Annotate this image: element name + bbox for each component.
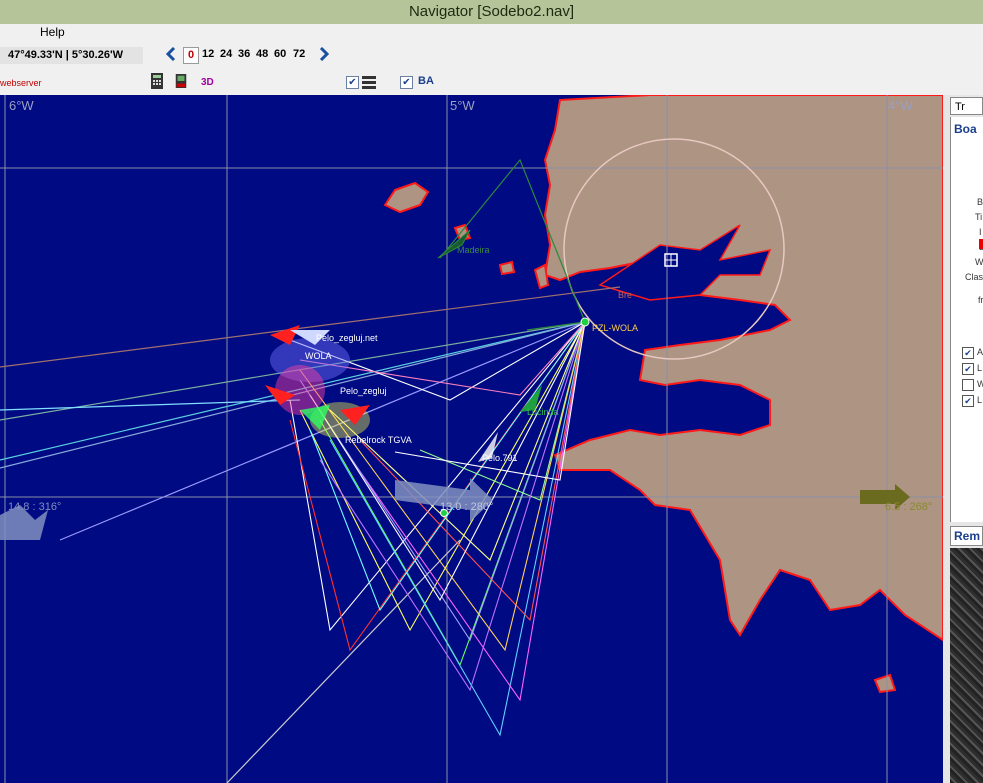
- boat-label-lucinda[interactable]: Lucinda: [527, 407, 559, 417]
- chevron-right-icon[interactable]: [318, 47, 330, 61]
- 3d-toggle[interactable]: 3D: [201, 77, 214, 88]
- panel-checkbox-2[interactable]: ✔: [962, 363, 974, 375]
- boat-label-pelo791[interactable]: Pelo.791: [482, 453, 518, 463]
- field-label-class: Clas: [965, 272, 983, 282]
- window-title: Navigator [Sodebo2.nav]: [0, 0, 983, 24]
- tab-rem-label: Rem: [954, 529, 981, 543]
- position-readout: 47°49.33'N | 5°30.26'W: [0, 47, 143, 64]
- boat-pzl-wola-icon[interactable]: [580, 317, 590, 327]
- panel-checkbox-4-label: L: [977, 395, 983, 405]
- boat-label-pzl-wola[interactable]: PZL-WOLA: [592, 323, 638, 333]
- menu-help[interactable]: Help: [40, 25, 65, 39]
- hour-60[interactable]: 60: [274, 47, 286, 62]
- menubar: Help: [0, 24, 983, 42]
- chevron-left-icon[interactable]: [165, 47, 177, 61]
- tab-rem[interactable]: Rem: [950, 526, 983, 546]
- boat-label-pelo-zegluj[interactable]: Pelo_zegluj: [340, 386, 387, 396]
- field-label-b: B: [977, 197, 983, 207]
- map-canvas[interactable]: 6°W 5°W 4°W Bre Madeira 14.8: 316° 13.0…: [0, 95, 943, 783]
- hour-36[interactable]: 36: [238, 47, 250, 62]
- gps-device-icon[interactable]: [174, 73, 188, 89]
- status-indicator: [979, 239, 983, 249]
- hour-48[interactable]: 48: [256, 47, 268, 62]
- ba-label: BA: [418, 75, 434, 87]
- field-label-i: I: [979, 227, 982, 237]
- tab-tracks[interactable]: Tr: [950, 97, 983, 115]
- field-label-fr: fr: [978, 295, 983, 305]
- wind-label-west: 14.8 : 316°: [8, 501, 61, 513]
- ba-checkbox[interactable]: ✔: [400, 76, 413, 89]
- layers-icon: [362, 76, 376, 89]
- chart-map[interactable]: 6°W 5°W 4°W Bre Madeira 14.8: 316° 13.0…: [0, 95, 943, 783]
- boat-panel-title: Boa: [954, 122, 977, 136]
- panel-checkbox-3-label: W: [977, 379, 983, 389]
- wind-label-center: 13.0 : 280°: [440, 501, 493, 513]
- track-fan: [289, 321, 586, 737]
- island: [498, 260, 516, 276]
- hour-0[interactable]: 0: [183, 47, 199, 64]
- lon-label-4w: 4°W: [888, 98, 913, 113]
- panel-checkbox-2-label: L: [977, 363, 983, 373]
- hour-12[interactable]: 12: [202, 47, 214, 62]
- waypoint-marker[interactable]: [440, 509, 448, 517]
- tab-tracks-label: Tr: [955, 101, 965, 113]
- lon-label-5w: 5°W: [450, 98, 475, 113]
- field-label-ti: Ti: [975, 212, 983, 222]
- panel-checkbox-4[interactable]: ✔: [962, 395, 974, 407]
- field-label-w: W: [975, 257, 983, 267]
- panel-checkbox-3[interactable]: [962, 379, 974, 391]
- place-label-brest: Bre: [618, 290, 632, 300]
- panel-checkbox-1[interactable]: ✔: [962, 347, 974, 359]
- layers-checkbox[interactable]: ✔: [346, 76, 359, 89]
- hour-24[interactable]: 24: [220, 47, 232, 62]
- lon-label-6w: 6°W: [9, 98, 34, 113]
- island: [383, 181, 430, 214]
- calculator-icon[interactable]: [150, 73, 164, 89]
- carbon-background: [950, 548, 983, 783]
- boat-label-rebelrock[interactable]: Rebelrock TGVA: [345, 435, 412, 445]
- toolbar: 47°49.33'N | 5°30.26'W 0 12 24 36 48 60 …: [0, 42, 983, 94]
- boat-info-panel: [950, 117, 983, 522]
- hour-72[interactable]: 72: [293, 47, 305, 62]
- island: [533, 263, 550, 290]
- webserver-label[interactable]: webserver: [0, 78, 42, 88]
- right-panel: Tr Boa B Ti I E W Clas fr ✔ A ✔ L W ✔ L …: [943, 95, 983, 783]
- land-mass: [543, 95, 943, 642]
- boat-label-madeira[interactable]: Madeira: [457, 245, 490, 255]
- boat-label-pelo-zegluj-net[interactable]: Pelo_zegluj.net: [316, 333, 378, 343]
- wind-label-east: 6.5 : 268°: [885, 501, 932, 513]
- island: [873, 673, 897, 694]
- panel-checkbox-1-label: A: [977, 347, 983, 357]
- boat-label-wola[interactable]: WOLA: [305, 351, 332, 361]
